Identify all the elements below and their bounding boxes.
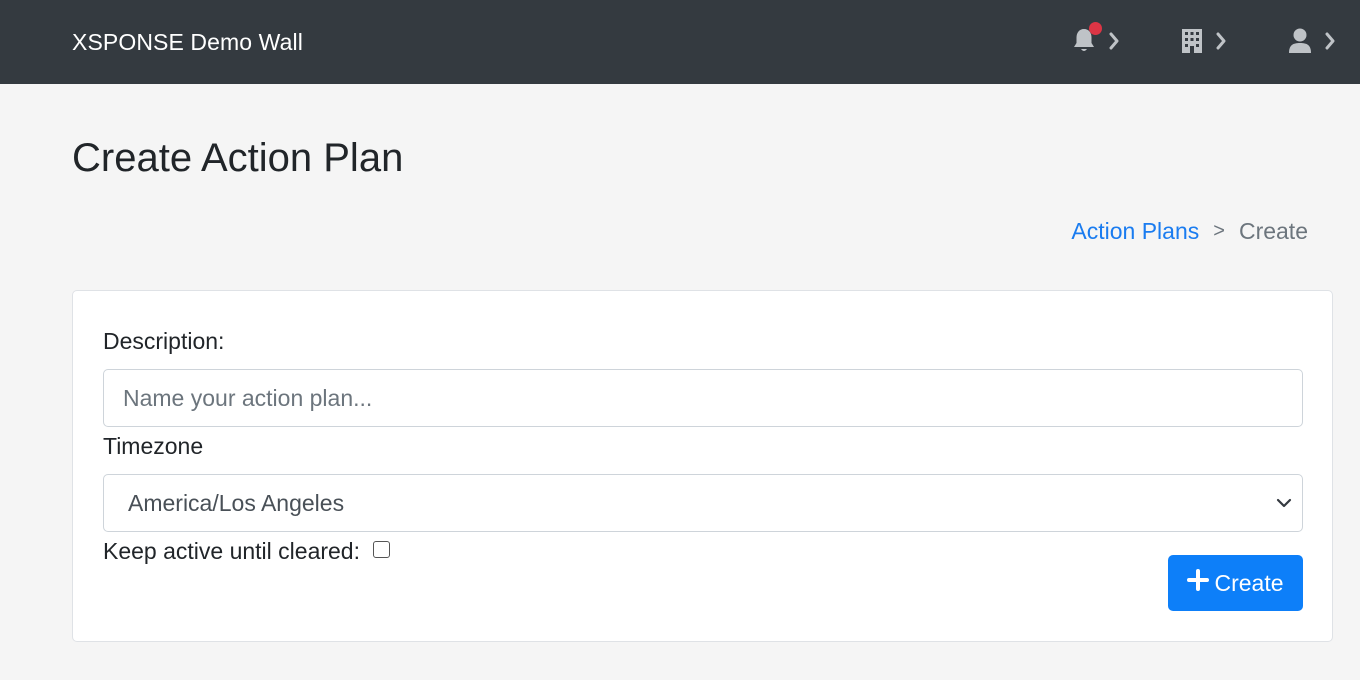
bell-icon[interactable] [1072,21,1102,60]
plus-icon [1187,569,1214,597]
chevron-down-icon [1276,495,1292,516]
create-button-label: Create [1214,569,1284,596]
description-input[interactable] [103,369,1303,427]
create-form-card: Description: Timezone America/Los Angele… [72,290,1333,642]
description-label: Description: [103,328,225,354]
building-menu[interactable] [1181,28,1227,58]
notifications-menu[interactable] [1072,21,1120,60]
brand-title[interactable]: XSPONSE Demo Wall [72,29,303,56]
breadcrumb: Action Plans > Create [1071,218,1308,245]
building-icon[interactable] [1181,27,1203,60]
top-navbar: XSPONSE Demo Wall [0,0,1360,84]
timezone-selected-value: America/Los Angeles [128,490,345,516]
keep-active-checkbox[interactable] [373,541,390,558]
user-menu[interactable] [1288,28,1336,58]
notification-badge [1089,21,1102,35]
chevron-right-icon[interactable] [1324,32,1336,55]
keep-active-label: Keep active until cleared: [103,538,360,564]
create-button[interactable]: Create [1168,555,1303,611]
breadcrumb-separator: > [1213,220,1225,242]
page-title: Create Action Plan [72,136,404,180]
chevron-right-icon[interactable] [1215,32,1227,55]
chevron-right-icon[interactable] [1108,32,1120,55]
timezone-select[interactable]: America/Los Angeles [103,474,1303,532]
breadcrumb-current: Create [1238,218,1308,244]
breadcrumb-link-action-plans[interactable]: Action Plans [1071,218,1199,245]
timezone-label: Timezone [103,433,204,459]
user-icon[interactable] [1288,27,1312,60]
